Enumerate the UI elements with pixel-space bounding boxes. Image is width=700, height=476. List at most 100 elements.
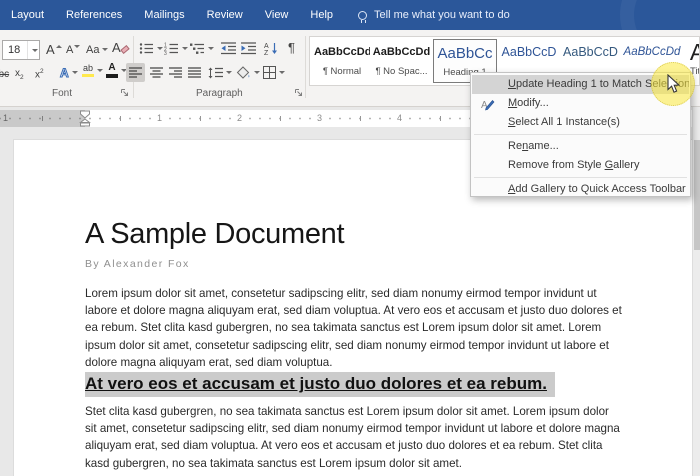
strikethrough-glyph: abc	[0, 69, 10, 80]
change-case-glyph: Aa	[86, 43, 100, 56]
shading-button[interactable]	[236, 63, 260, 82]
font-dialog-launcher-icon[interactable]	[120, 88, 130, 98]
justify-icon	[188, 67, 201, 78]
word-window: Layout References Mailings Review View Help T…	[0, 0, 700, 476]
change-case-button[interactable]: Aa	[86, 40, 109, 59]
style-gallery-item[interactable]: AaBbCcDd ¶ Normal	[314, 39, 370, 83]
menu-tabs: Layout References Mailings Review View Help	[0, 0, 344, 30]
align-left-icon	[129, 67, 142, 78]
menu-tab-mailings[interactable]: Mailings	[133, 0, 195, 30]
decrease-indent-icon	[221, 42, 236, 55]
superscript-button[interactable]: x2	[35, 65, 44, 84]
caret-up-icon	[55, 44, 62, 48]
style-preview: AaBbCc	[437, 45, 493, 62]
caret-down-icon	[74, 45, 81, 48]
highlight-icon: ab	[82, 63, 94, 78]
menu-item[interactable]: Select All 1 Instance(s)	[472, 113, 689, 132]
numbering-button[interactable]: 123	[164, 39, 188, 58]
borders-button[interactable]	[263, 63, 285, 82]
tell-me-label: Tell me what you want to do	[374, 9, 510, 21]
clear-formatting-glyph: A	[112, 40, 121, 55]
document-title: A Sample Document	[85, 218, 345, 250]
justify-button[interactable]	[185, 63, 204, 82]
paragraph-group-label: Paragraph	[196, 88, 243, 99]
paragraph: Stet clita kasd gubergren, no sea takima…	[85, 405, 620, 470]
mouse-cursor-icon	[667, 74, 681, 93]
svg-text:Z: Z	[264, 50, 269, 55]
grow-font-button[interactable]: A	[46, 40, 62, 59]
style-preview: AaBbCcD	[563, 45, 618, 59]
subscript-glyph: x2	[15, 68, 24, 81]
shrink-font-glyph: A	[66, 43, 74, 56]
text-effects-button[interactable]: A	[60, 63, 78, 82]
clear-formatting-button[interactable]: A	[112, 38, 132, 57]
style-gallery-item[interactable]: AaBbCcDd ¶ No Spac...	[372, 39, 431, 83]
bullets-button[interactable]	[139, 39, 163, 58]
lightbulb-icon	[358, 10, 368, 23]
text-effects-glyph: A	[60, 65, 70, 80]
font-color-icon: A	[106, 63, 118, 78]
font-size-value: 18	[8, 44, 21, 56]
highlight-color-button[interactable]: ab	[82, 61, 103, 80]
menu-item[interactable]: Remove from Style Gallery	[472, 156, 689, 175]
modify-style-icon: A	[481, 97, 495, 111]
sort-az-icon: AZ	[264, 43, 277, 55]
paint-bucket-icon	[236, 66, 250, 79]
ruler-number: 4	[395, 113, 405, 124]
decrease-indent-button[interactable]	[221, 39, 236, 58]
menu-item[interactable]: Add Gallery to Quick Access Toolbar	[472, 180, 689, 196]
ruler-number: 1	[3, 113, 9, 123]
align-right-icon	[169, 67, 182, 78]
subscript-button[interactable]: x2	[15, 65, 24, 84]
vertical-scrollbar[interactable]	[692, 107, 700, 476]
ruler-number: 3	[315, 113, 325, 124]
font-color-button[interactable]: A	[106, 61, 127, 80]
font-size-dropdown-icon[interactable]	[27, 41, 39, 59]
document-byline: By Alexander Fox	[85, 258, 190, 270]
paragraph: Lorem ipsum dolor sit amet, consetetur s…	[85, 287, 622, 369]
menu-tab-view[interactable]: View	[254, 0, 300, 30]
superscript-glyph: x2	[35, 68, 44, 81]
bullet-list-icon	[139, 43, 153, 54]
ribbon-tab-bar: Layout References Mailings Review View Help T…	[0, 0, 700, 70]
increase-indent-button[interactable]	[241, 39, 256, 58]
menu-tab-layout[interactable]: Layout	[0, 0, 55, 30]
multilevel-list-button[interactable]	[190, 39, 214, 58]
font-size-combobox[interactable]: 18	[2, 40, 40, 60]
style-preview: AaBbCcDd	[314, 46, 370, 58]
sort-button[interactable]: AZ	[264, 39, 280, 58]
selected-heading-text: At vero eos et accusam et justo duo dolo…	[85, 372, 555, 397]
style-label: ¶ Normal	[322, 66, 362, 77]
menu-item[interactable]: Rename...	[472, 137, 689, 156]
align-center-icon	[150, 67, 163, 78]
svg-text:A: A	[264, 43, 269, 50]
indent-markers[interactable]	[79, 110, 91, 127]
scrollbar-thumb[interactable]	[694, 140, 700, 250]
numbered-list-icon: 123	[164, 43, 178, 55]
style-preview: AaBbCcDd	[372, 46, 431, 58]
align-right-button[interactable]	[166, 63, 185, 82]
svg-text:3: 3	[164, 51, 167, 55]
menu-tab-help[interactable]: Help	[299, 0, 344, 30]
strikethrough-button[interactable]: abc	[0, 65, 9, 84]
eraser-icon	[120, 45, 130, 54]
menu-separator	[474, 177, 687, 178]
paragraph-dialog-launcher-icon[interactable]	[294, 88, 304, 98]
line-spacing-icon	[208, 67, 223, 78]
increase-indent-icon	[241, 42, 256, 55]
style-preview: AaBbCcD	[501, 45, 557, 59]
shrink-font-button[interactable]: A	[66, 40, 81, 59]
grow-font-glyph: A	[46, 42, 55, 57]
tell-me-box[interactable]: Tell me what you want to do	[358, 9, 510, 23]
style-label: ¶ No Spac...	[375, 66, 428, 77]
ruler-number: 2	[235, 113, 245, 124]
align-center-button[interactable]	[147, 63, 166, 82]
borders-icon	[263, 66, 276, 79]
ruler-number: 1	[155, 113, 165, 124]
align-left-button[interactable]	[126, 63, 145, 82]
menu-tab-references[interactable]: References	[55, 0, 133, 30]
pilcrow-glyph: ¶	[288, 40, 295, 55]
show-formatting-marks-button[interactable]: ¶	[288, 38, 295, 57]
menu-tab-review[interactable]: Review	[196, 0, 254, 30]
line-spacing-button[interactable]	[208, 63, 232, 82]
